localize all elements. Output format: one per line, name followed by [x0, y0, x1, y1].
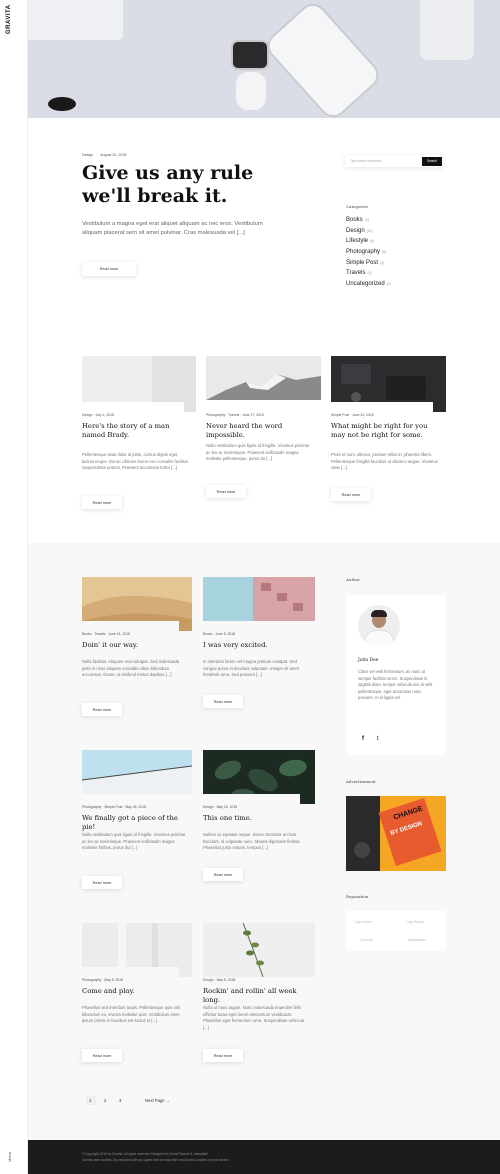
reputation-widget: Logo Brand Logo Brand Comedy Ideamakers [346, 911, 446, 951]
post-meta: Simple Post · June 23, 2018 [331, 413, 374, 417]
post-title[interactable]: Come and play. [82, 987, 187, 996]
footer-cookies: Gravita uses cookies. By using this site… [82, 1158, 230, 1162]
post-title[interactable]: Rockin' and rollin' all week long. [203, 987, 313, 1005]
search-button[interactable]: Search [422, 156, 442, 166]
post-meta: Photography · Travels · June 27, 2018 [206, 413, 264, 417]
author-widget: John Doe Class vel velit fermentum, ac n… [346, 595, 446, 755]
post-read-more-button[interactable]: Read more [203, 695, 243, 708]
category-item-lifestyle[interactable]: Lifestyle (4) [346, 238, 391, 249]
post-title[interactable]: What might be right for you may not be r… [331, 422, 443, 440]
category-item-photography[interactable]: Photography (6) [346, 249, 391, 260]
author-bio: Class vel velit fermentum, ac nunc at se… [358, 669, 433, 701]
categories-heading: Categories [346, 204, 368, 209]
post-title[interactable]: I was very excited. [203, 641, 311, 650]
brand-logo: Ideamakers [408, 938, 426, 942]
featured-category[interactable]: Design [82, 153, 93, 157]
post-read-more-button[interactable]: Read more [203, 1049, 243, 1062]
category-item-books[interactable]: Books (3) [346, 217, 391, 228]
post-read-more-button[interactable]: Read more [82, 1049, 122, 1062]
facebook-icon[interactable]: f [362, 736, 364, 742]
post-meta: Books · Travels · June 14, 2018 [82, 632, 130, 636]
featured-excerpt: Vestibulum a magna eget erat aliquet ali… [82, 221, 263, 236]
brand-logo: Logo Brand [406, 920, 424, 924]
categories-list: Books (3) Design (11) Lifestyle (4) Photogr… [346, 217, 391, 292]
post-thumbnail[interactable] [203, 577, 315, 621]
post-read-more-button[interactable]: Read more [206, 485, 246, 498]
advertisement-heading: Advertisement [346, 779, 376, 784]
post-meta: Design · May 8, 2018 [203, 978, 236, 982]
post-excerpt: Nulla facilisis. Aliquam erat volutpat. … [82, 659, 180, 678]
post-meta: Design · May 16, 2018 [203, 805, 238, 809]
category-item-design[interactable]: Design (11) [346, 228, 391, 239]
post-excerpt: In interdum lorem vel magna pretium volu… [203, 659, 299, 678]
left-rail: GRAVITA Menu [0, 0, 28, 1174]
post-title[interactable]: We finally got a piece of the pie! [82, 814, 192, 832]
page-1[interactable]: 1 [89, 1098, 91, 1103]
featured-date: August 20, 2018 [100, 153, 127, 157]
search-form: Type search keywords Search [345, 155, 443, 167]
featured-title[interactable]: Give us any rule we'll break it. [82, 162, 282, 208]
post-title[interactable]: Here's the story of a man named Brady. [82, 422, 190, 440]
page-2[interactable]: 2 [104, 1098, 106, 1103]
post-read-more-button[interactable]: Read more [82, 876, 122, 889]
post-thumbnail[interactable] [82, 750, 192, 794]
post-read-more-button[interactable]: Read more [203, 868, 243, 881]
brand-logo: Comedy [360, 938, 373, 942]
advertisement-banner[interactable]: CHANGE BY DESIGN [346, 796, 446, 871]
search-input[interactable]: Type search keywords [350, 159, 382, 163]
footer: © Copyright 2018 by Gravita. All rights … [28, 1140, 500, 1174]
post-thumbnail[interactable] [203, 923, 315, 977]
featured-read-more-button[interactable]: Read more [82, 262, 136, 276]
next-page-link[interactable]: Next Page → [145, 1098, 170, 1103]
post-title[interactable]: Never heard the word impossible. [206, 422, 316, 440]
post-excerpt: Nulla vestibulum quis ligula id fringill… [206, 443, 310, 462]
post-excerpt: Pellentesque vitae dolor id justo, cursu… [82, 452, 190, 471]
post-read-more-button[interactable]: Read more [331, 488, 371, 501]
site-logo[interactable]: GRAVITA [6, 4, 12, 34]
category-item-travels[interactable]: Travels (4) [346, 270, 391, 281]
post-title[interactable]: This one time. [203, 814, 311, 823]
category-item-uncategorized[interactable]: Uncategorized (2) [346, 281, 391, 292]
twitter-icon[interactable]: t [377, 736, 379, 742]
brand-logo: Logo Brand [354, 920, 372, 924]
avatar [358, 605, 400, 647]
post-read-more-button[interactable]: Read more [82, 703, 122, 716]
post-excerpt: Nulla vestibulum quis ligula id fringill… [82, 832, 186, 851]
author-name: John Doe [358, 658, 379, 663]
featured-meta: Design August 20, 2018 [82, 153, 126, 157]
author-heading: Author [346, 577, 360, 582]
hero-image [28, 0, 500, 118]
post-meta: Photography · May 8, 2018 [82, 978, 123, 982]
reputation-heading: Reputation [346, 894, 369, 899]
post-excerpt: Nullam ac egestas neque. Donec tincidunt… [203, 832, 301, 851]
post-title[interactable]: Doin' it our way. [82, 641, 187, 650]
post-meta: Photography · Simple Post · May 28, 2018 [82, 805, 146, 809]
menu-toggle[interactable]: Menu [7, 1152, 12, 1162]
footer-copyright: © Copyright 2018 by Gravita. All rights … [82, 1152, 209, 1156]
post-thumbnail[interactable] [206, 356, 321, 400]
post-excerpt: Nulla ut nunc augue. Nunc malesuada impe… [203, 1005, 305, 1030]
post-excerpt: Proin et nunc ultrices, pretium tellus i… [331, 452, 438, 471]
page-3[interactable]: 3 [119, 1098, 121, 1103]
post-meta: Books · June 5, 2018 [203, 632, 236, 636]
post-read-more-button[interactable]: Read more [82, 496, 122, 509]
post-meta: Design · July 1, 2018 [82, 413, 114, 417]
post-excerpt: Phasellus sed interdum turpis. Pellentes… [82, 1005, 180, 1024]
category-item-simple-post[interactable]: Simple Post (4) [346, 260, 391, 271]
